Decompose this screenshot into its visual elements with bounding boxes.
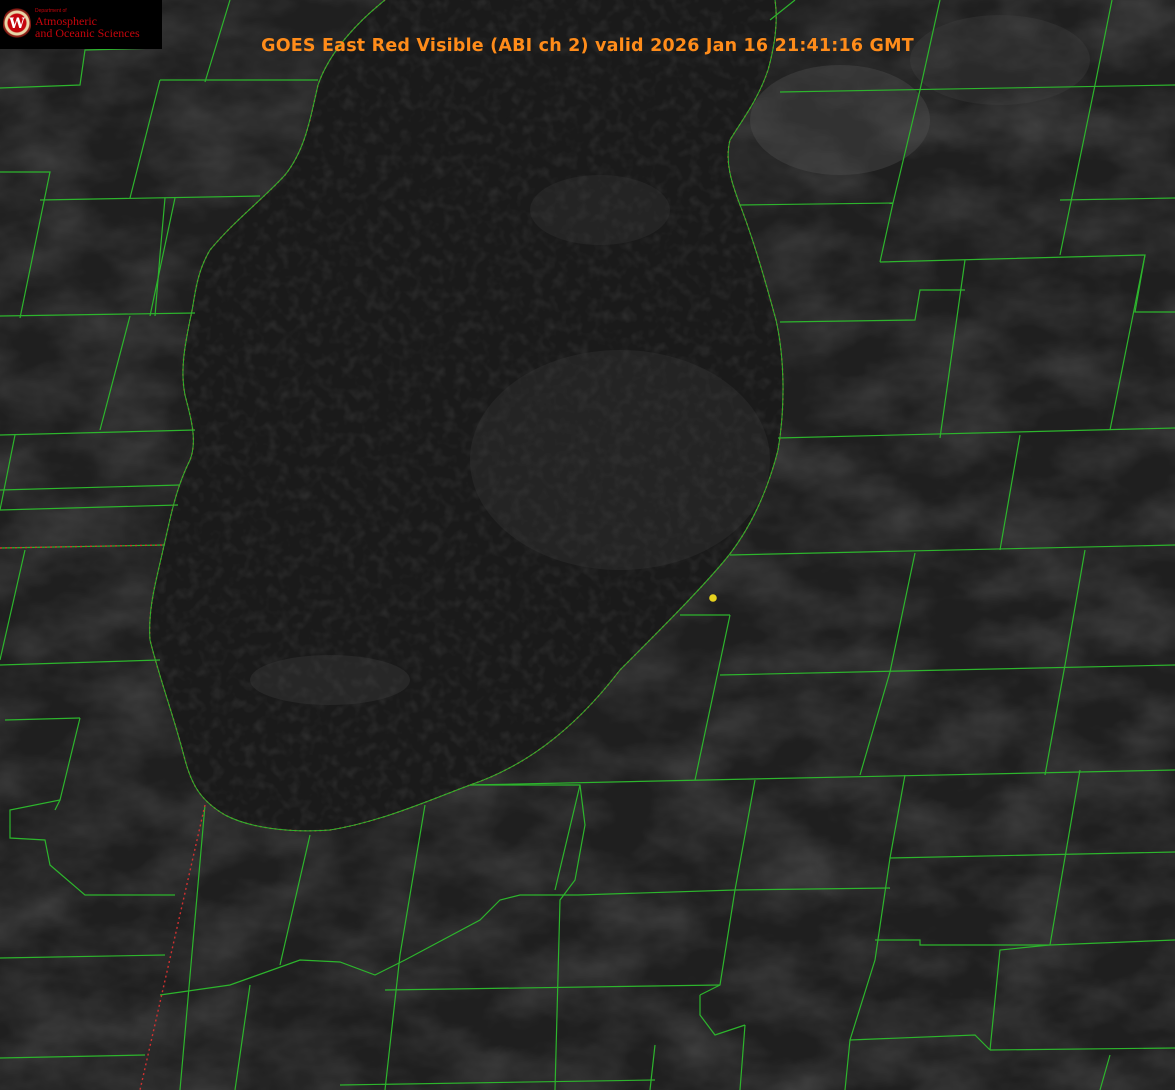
lake-cloud-streak	[530, 175, 670, 245]
lake-cloud-streak	[250, 655, 410, 705]
image-title: GOES East Red Visible (ABI ch 2) valid 2…	[261, 36, 914, 56]
satellite-map	[0, 0, 1175, 1090]
station-marker	[709, 594, 717, 602]
lake-cloud-streak	[470, 350, 770, 570]
cloud-patch	[750, 65, 930, 175]
cloud-patch	[910, 15, 1090, 105]
